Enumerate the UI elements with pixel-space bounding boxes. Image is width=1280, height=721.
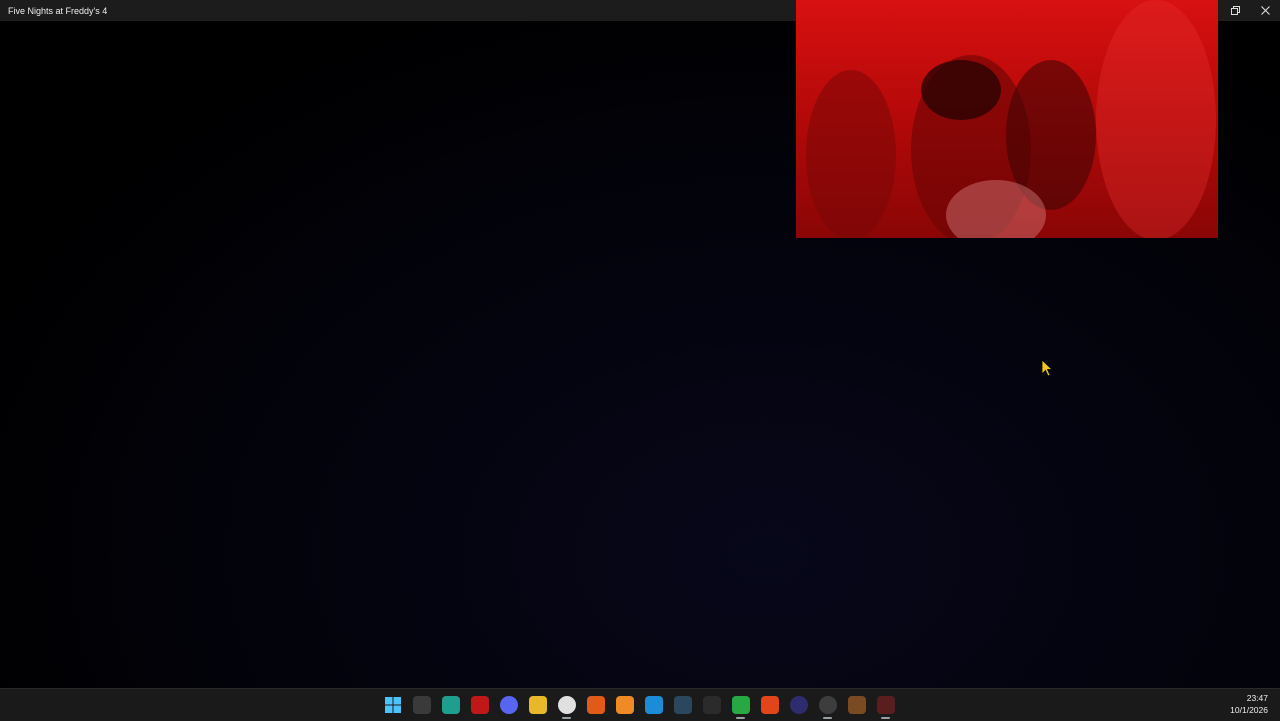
clock-date: 10/1/2026 [1230,705,1268,715]
origin-icon [586,696,605,714]
taskbar-button-fl-studio[interactable] [610,689,639,721]
github-icon [818,696,837,714]
epic-games-icon [702,696,721,714]
surfshark-icon [441,696,460,714]
taskbar-button-camera-app[interactable] [407,689,436,721]
taskbar-button-battlenet[interactable] [639,689,668,721]
taskbar-button-origin[interactable] [581,689,610,721]
taskbar-button-steam[interactable] [668,689,697,721]
window-title: Five Nights at Freddy's 4 [8,5,108,16]
close-button[interactable] [1250,0,1280,21]
taskbar-button-freddy[interactable] [842,689,871,721]
close-icon [1260,6,1270,15]
system-clock[interactable]: 23:47 10/1/2026 [1230,692,1268,716]
taskbar-button-ea-app[interactable] [755,689,784,721]
taskbar-button-github[interactable] [813,689,842,721]
red-app-icon [470,696,489,714]
restore-button[interactable] [1220,0,1250,21]
taskbar-button-file-explorer[interactable] [523,689,552,721]
xbox-icon [731,696,750,714]
file-explorer-icon [528,696,547,714]
chrome-icon [557,696,576,714]
taskbar-button-fnaf4[interactable] [871,689,900,721]
taskbar-icons [378,689,900,721]
taskbar-button-chrome[interactable] [552,689,581,721]
mouse-cursor-icon [1041,359,1053,377]
discord-icon [499,696,518,714]
taskbar-button-surfshark[interactable] [436,689,465,721]
taskbar-button-epic-games[interactable] [697,689,726,721]
fnaf4-icon [876,696,895,714]
freddy-icon [847,696,866,714]
obs-icon [789,696,808,714]
ea-app-icon [760,696,779,714]
taskbar-button-discord[interactable] [494,689,523,721]
battlenet-icon [644,696,663,714]
taskbar: 23:47 10/1/2026 [0,688,1280,721]
taskbar-button-red-app[interactable] [465,689,494,721]
taskbar-button-xbox[interactable] [726,689,755,721]
webcam-overlay [796,0,1218,238]
taskbar-button-start[interactable] [378,689,407,721]
steam-icon [673,696,692,714]
camera-app-icon [412,696,431,714]
taskbar-button-obs[interactable] [784,689,813,721]
fl-studio-icon [615,696,634,714]
start-icon [384,696,402,714]
window-controls [1220,0,1280,21]
restore-icon [1230,6,1240,15]
clock-time: 23:47 [1246,693,1268,703]
